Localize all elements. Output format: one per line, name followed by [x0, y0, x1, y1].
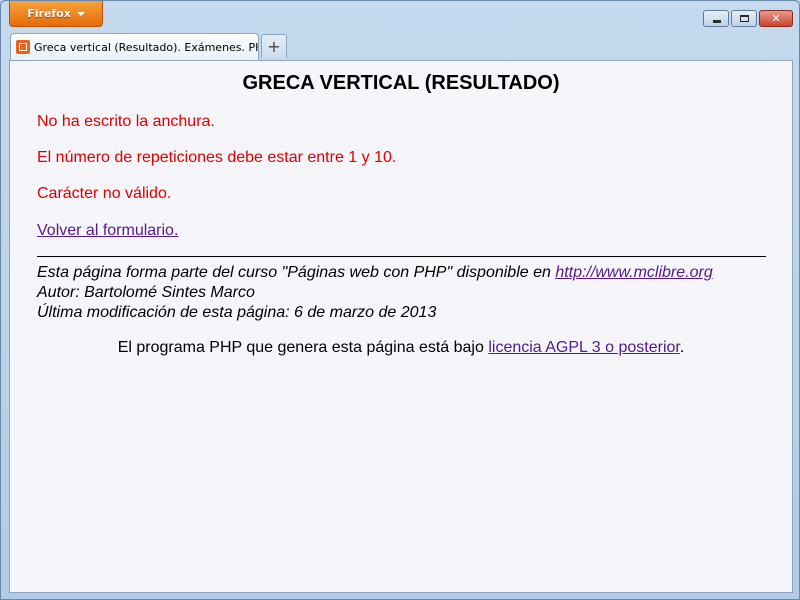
firefox-menu-label: Firefox	[27, 7, 71, 20]
browser-window: Firefox ✕ Greca vertical (Resultado). Ex…	[0, 0, 800, 600]
footer-author: Autor: Bartolomé Sintes Marco	[37, 284, 255, 301]
page-viewport: GRECA VERTICAL (RESULTADO) No ha escrito…	[9, 60, 793, 593]
window-controls: ✕	[703, 10, 793, 27]
footer-course-text: Esta página forma parte del curso "Págin…	[37, 264, 556, 281]
error-width-missing: No ha escrito la anchura.	[37, 113, 215, 130]
license-link[interactable]: licencia AGPL 3 o posterior	[488, 339, 680, 356]
dropdown-caret-icon	[76, 11, 85, 16]
page-content: GRECA VERTICAL (RESULTADO) No ha escrito…	[10, 61, 792, 592]
new-tab-button[interactable]: +	[261, 34, 287, 58]
maximize-button[interactable]	[731, 10, 757, 27]
page-title: GRECA VERTICAL (RESULTADO)	[242, 72, 560, 94]
close-window-button[interactable]: ✕	[759, 10, 793, 27]
error-invalid-character: Carácter no válido.	[37, 185, 172, 202]
back-to-form-link[interactable]: Volver al formulario.	[37, 222, 178, 240]
footer-course-line: Esta página forma parte del curso "Págin…	[37, 263, 713, 283]
minimize-icon	[713, 20, 721, 23]
error-repetitions-range: El número de repeticiones debe estar ent…	[37, 149, 397, 166]
license-period: .	[679, 339, 685, 356]
firefox-menu-button[interactable]: Firefox	[9, 1, 103, 27]
mclibre-link[interactable]: http://www.mclibre.org	[555, 264, 712, 281]
close-icon: ✕	[771, 12, 781, 25]
browser-tab-active[interactable]: Greca vertical (Resultado). Exámenes. PH…	[10, 33, 259, 60]
footer-divider	[37, 256, 766, 257]
maximize-icon	[740, 15, 749, 22]
plus-icon: +	[267, 37, 281, 56]
page-favicon-icon	[16, 40, 30, 54]
tab-title: Greca vertical (Resultado). Exámenes. PH…	[34, 40, 258, 54]
minimize-button[interactable]	[703, 10, 729, 27]
license-note: El programa PHP que genera esta página e…	[10, 339, 792, 357]
license-text: El programa PHP que genera esta página e…	[117, 339, 489, 356]
footer-last-modified: Última modificación de esta página: 6 de…	[37, 304, 437, 321]
page-footer: Esta página forma parte del curso "Págin…	[37, 263, 713, 323]
